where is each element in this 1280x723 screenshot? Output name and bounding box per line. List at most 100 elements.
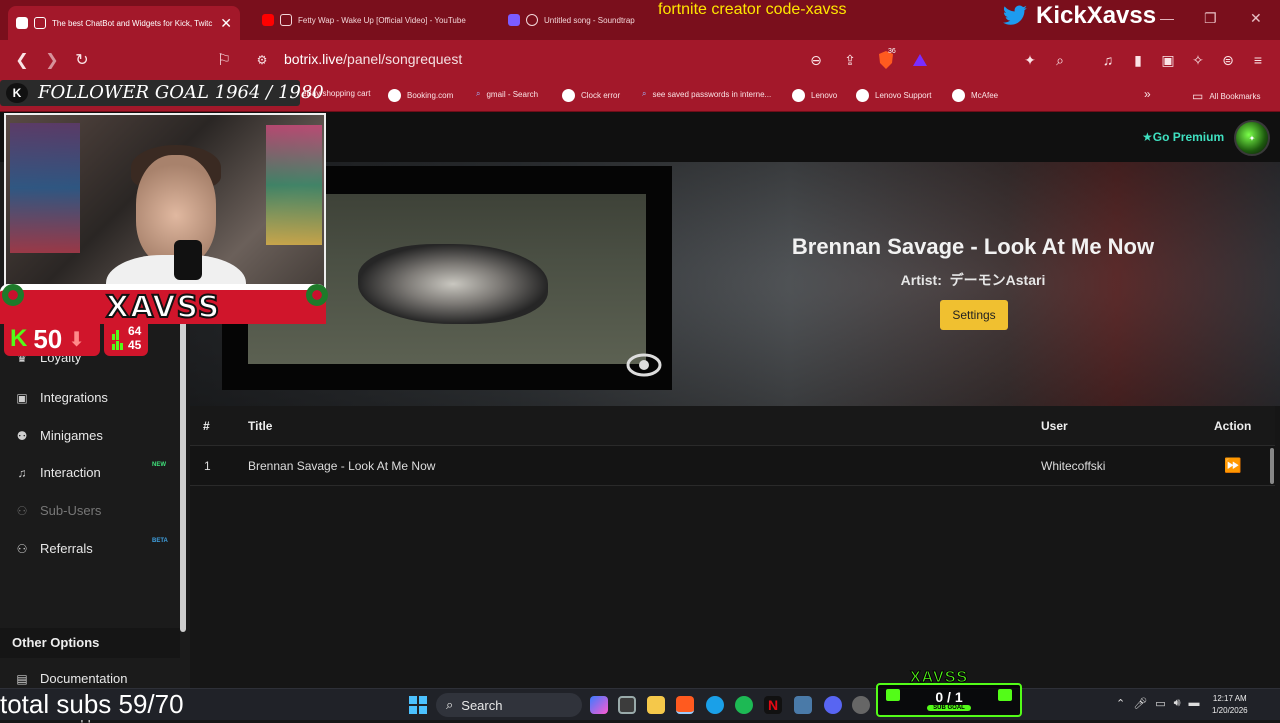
sidebar-item-sub-users[interactable]: ⚇ Sub-Users — [14, 503, 102, 518]
discord-icon[interactable] — [824, 696, 842, 714]
windows-taskbar: total subs 59/70 ⌕ Search N XAVSS 0 / 1 S… — [0, 669, 1280, 720]
col-number: # — [203, 419, 210, 433]
bookmark-booking[interactable]: Booking.com — [388, 89, 453, 102]
bookmark-lenovo[interactable]: Lenovo — [792, 89, 837, 102]
media-icon[interactable]: ♫ — [1098, 50, 1118, 70]
visibility-eye-icon[interactable] — [626, 352, 662, 378]
botrix-favicon-icon — [16, 17, 28, 29]
forward-icon[interactable]: ❯ — [42, 50, 62, 70]
file-explorer-icon[interactable] — [647, 696, 665, 714]
store-icon[interactable] — [618, 696, 636, 714]
sub-goal-title: XAVSS — [909, 669, 969, 687]
windows-start-icon[interactable] — [409, 696, 427, 714]
taskbar-search[interactable]: ⌕ Search — [436, 693, 582, 717]
globe-icon — [856, 89, 869, 102]
chevron-up-icon[interactable]: ⌃ — [1116, 697, 1125, 710]
follower-goal-overlay: K FOLLOWER GOAL 1964 / 1980 — [0, 80, 324, 106]
globe-icon — [562, 89, 575, 102]
artist-name: デーモンAstari — [949, 272, 1046, 288]
battery-icon[interactable]: ▬ — [1189, 697, 1200, 710]
all-bookmarks[interactable]: ▭ All Bookmarks — [1192, 89, 1260, 103]
zoom-icon[interactable]: ⊖ — [806, 50, 826, 70]
folder-icon: ▭ — [1192, 89, 1204, 103]
brave-browser-icon[interactable] — [676, 696, 694, 714]
settings-button[interactable]: Settings — [940, 300, 1008, 330]
sidebar-item-label: Minigames — [40, 428, 103, 443]
sidebar-item-minigames[interactable]: ⚉ Minigames — [14, 428, 103, 443]
globe-icon — [388, 89, 401, 102]
table-scrollbar[interactable] — [1270, 448, 1274, 484]
bookmark-label: gmail - Search — [486, 89, 539, 99]
reload-icon[interactable]: ↻ — [72, 50, 92, 70]
bookmark-clock-error[interactable]: Clock error — [562, 89, 620, 102]
close-tab-icon[interactable]: ✕ — [220, 15, 232, 32]
record-icon — [526, 14, 538, 26]
go-premium-link[interactable]: ★Go Premium — [1142, 130, 1224, 144]
edge-icon[interactable] — [706, 696, 724, 714]
site-info-icon[interactable]: ⚙ — [252, 50, 272, 70]
row-user: Whitecoffski — [1041, 459, 1106, 473]
row-title: Brennan Savage - Look At Me Now — [248, 459, 436, 473]
wall-poster — [266, 125, 322, 245]
song-queue-table: # Title User Action 1 Brennan Savage - L… — [190, 406, 1275, 486]
skip-forward-icon[interactable]: ⏩ — [1224, 457, 1241, 474]
bookmark-mcafee[interactable]: McAfee — [952, 89, 998, 102]
extensions-icon[interactable]: ✦ — [1020, 50, 1040, 70]
tab-youtube[interactable]: Fetty Wap - Wake Up [Official Video] - Y… — [254, 6, 490, 34]
browser-nav-bar: ❮ ❯ ↻ ⚐ ⚙ botrix.live/panel/songrequest … — [0, 40, 1280, 80]
wallet-icon[interactable]: ▣ — [1158, 50, 1178, 70]
tab-label: Fetty Wap - Wake Up [Official Video] - Y… — [298, 15, 466, 25]
follower-goal-text: FOLLOWER GOAL 1964 / 1980 — [38, 82, 324, 103]
clock-date: 1/20/2026 — [1212, 706, 1248, 715]
youtube-favicon-icon — [262, 14, 274, 26]
brave-rewards-icon[interactable] — [910, 50, 930, 70]
bookmark-passwords[interactable]: ⌕ see saved passwords in interne... — [642, 89, 771, 99]
tab-botrix[interactable]: The best ChatBot and Widgets for Kick, T… — [8, 6, 240, 40]
sidebar-toggle-icon[interactable]: ▮ — [1128, 50, 1148, 70]
vpn-icon[interactable]: ⊜ — [1218, 50, 1238, 70]
bookmark-icon[interactable]: ⚐ — [214, 50, 234, 70]
photos-icon[interactable] — [794, 696, 812, 714]
sidebar-item-label: Documentation — [40, 671, 128, 686]
network-icon[interactable]: ▭ — [1155, 697, 1165, 710]
spotify-icon[interactable] — [735, 696, 753, 714]
sidebar-section-title: Other Options — [0, 628, 180, 658]
users-icon: ⚇ — [16, 503, 28, 518]
sidebar-item-interaction[interactable]: ♫ Interaction — [14, 465, 101, 480]
viewer-count: 50 — [33, 323, 63, 354]
bookmark-gmail[interactable]: ⌕ gmail - Search — [476, 89, 538, 99]
referrals-icon: ⚇ — [16, 541, 28, 556]
url-domain: botrix.live — [284, 51, 344, 67]
close-window-icon[interactable]: ✕ — [1250, 10, 1262, 27]
share-icon[interactable]: ⇪ — [840, 50, 860, 70]
system-tray: ⌃ 🎤︎ ▭ 🔊︎ ▬ — [1116, 697, 1200, 710]
netflix-icon[interactable]: N — [764, 696, 782, 714]
taskbar-clock[interactable]: 12:17 AM 1/20/2026 — [1212, 693, 1248, 717]
tab-label: The best ChatBot and Widgets for Kick, T… — [52, 18, 213, 28]
restore-icon[interactable]: ❐ — [1204, 10, 1217, 27]
stat-down: 45 — [128, 338, 142, 352]
sidebar-item-integrations[interactable]: ▣ Integrations — [14, 390, 108, 405]
bookmark-label: Booking.com — [407, 91, 454, 100]
menu-icon[interactable]: ≡ — [1248, 50, 1268, 70]
sidebar-item-documentation[interactable]: ▤ Documentation — [14, 671, 127, 686]
microphone-tray-icon[interactable]: 🎤︎ — [1133, 697, 1147, 710]
sidebar-item-referrals[interactable]: ⚇ Referrals — [14, 541, 93, 556]
address-bar[interactable]: botrix.live/panel/songrequest — [284, 51, 462, 67]
table-row: 1 Brennan Savage - Look At Me Now Whitec… — [190, 446, 1275, 486]
tab-group-icon — [34, 17, 46, 29]
bookmark-label: see saved passwords in interne... — [652, 89, 772, 99]
wall-poster — [10, 123, 80, 253]
holly-icon — [306, 284, 328, 306]
user-avatar[interactable]: ✦ — [1234, 120, 1270, 156]
minimize-icon[interactable]: — — [1160, 10, 1174, 26]
more-bookmarks-icon[interactable]: » — [1144, 87, 1151, 101]
tab-soundtrap[interactable]: Untitled song - Soundtrap — [500, 6, 650, 34]
tab-search-icon[interactable]: ⌕ — [1050, 50, 1070, 70]
leo-ai-icon[interactable]: ✧ — [1188, 50, 1208, 70]
volume-icon[interactable]: 🔊︎ — [1174, 697, 1181, 710]
copilot-icon[interactable] — [590, 696, 608, 714]
bookmark-lenovo-support[interactable]: Lenovo Support — [856, 89, 932, 102]
settings-icon[interactable] — [852, 696, 870, 714]
back-icon[interactable]: ❮ — [12, 50, 32, 70]
